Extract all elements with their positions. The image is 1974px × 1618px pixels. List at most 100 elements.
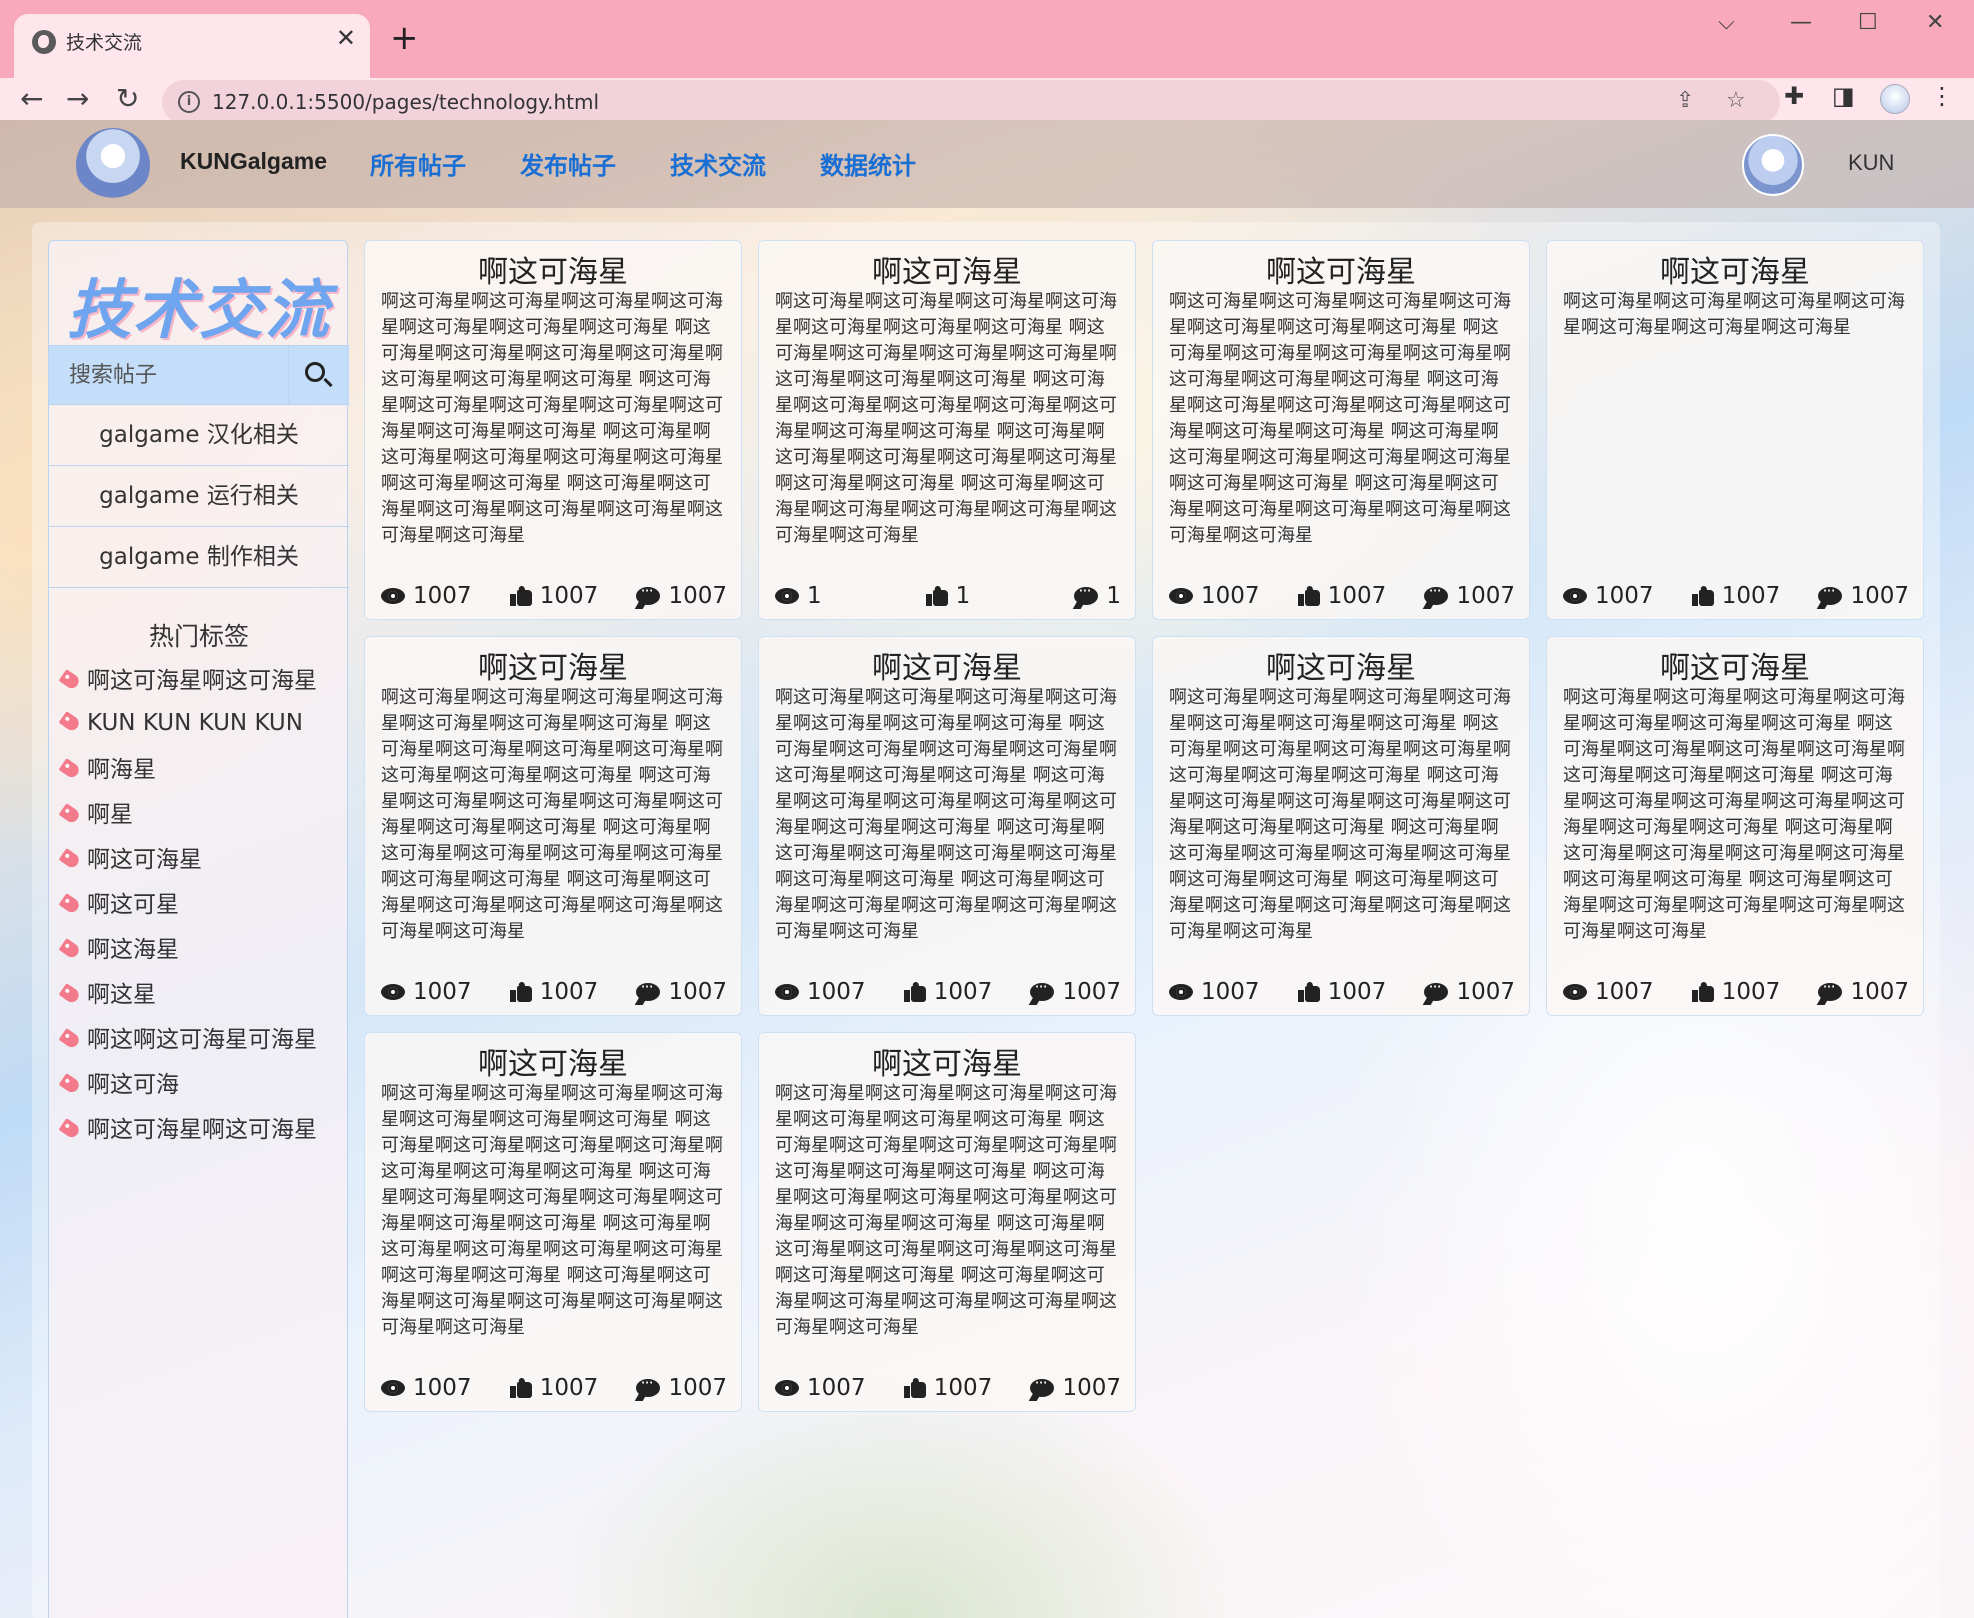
comment-icon xyxy=(636,977,661,1001)
post-excerpt: 啊这可海星啊这可海星啊这可海星啊这可海星啊这可海星啊这可海星啊这可海星 啊这可海… xyxy=(775,291,1117,546)
category-item[interactable]: galgame 制作相关 xyxy=(49,527,349,588)
eye-icon xyxy=(775,984,799,1000)
comment-count[interactable]: 1007 xyxy=(1818,977,1909,1005)
tag-item[interactable]: 啊这海星 xyxy=(58,934,179,966)
post-title[interactable]: 啊这可海星 xyxy=(365,1039,741,1083)
comment-count[interactable]: 1007 xyxy=(636,977,727,1005)
tag-item[interactable]: 啊这可海星啊这可海星 xyxy=(58,665,317,697)
comment-icon xyxy=(1030,1373,1055,1397)
comment-icon xyxy=(636,1373,661,1397)
post-title[interactable]: 啊这可海星 xyxy=(365,643,741,687)
reload-icon[interactable]: ↻ xyxy=(116,78,139,120)
menu-icon[interactable]: ⋮ xyxy=(1930,82,1954,110)
user-avatar[interactable] xyxy=(1742,134,1804,196)
tag-item[interactable]: 啊这可海星啊这可海星 xyxy=(58,1114,317,1146)
tag-item[interactable]: 啊这可海 xyxy=(58,1069,179,1101)
category-item[interactable]: galgame 运行相关 xyxy=(49,466,349,527)
comment-count[interactable]: 1007 xyxy=(1424,977,1515,1005)
post-card[interactable]: 啊这可海星 啊这可海星啊这可海星啊这可海星啊这可海星啊这可海星啊这可海星啊这可海… xyxy=(1152,240,1530,620)
like-count[interactable]: 1007 xyxy=(1297,583,1386,609)
tag-item[interactable]: 啊这可星 xyxy=(58,889,179,921)
nav-all-posts[interactable]: 所有帖子 xyxy=(370,146,466,181)
info-icon[interactable]: i xyxy=(178,91,200,113)
like-count[interactable]: 1007 xyxy=(509,1375,598,1401)
view-count: 1007 xyxy=(381,1375,472,1401)
post-stats: 1007 1007 1007 xyxy=(1563,581,1909,611)
nav-statistics[interactable]: 数据统计 xyxy=(820,146,916,181)
extensions-icon[interactable]: ✚ xyxy=(1784,82,1804,110)
search-input[interactable] xyxy=(49,346,289,404)
post-title[interactable]: 啊这可海星 xyxy=(365,247,741,291)
post-card[interactable]: 啊这可海星 啊这可海星啊这可海星啊这可海星啊这可海星啊这可海星啊这可海星啊这可海… xyxy=(758,1032,1136,1412)
forward-icon[interactable]: → xyxy=(66,78,89,120)
like-count[interactable]: 1007 xyxy=(1691,583,1780,609)
post-card[interactable]: 啊这可海星 啊这可海星啊这可海星啊这可海星啊这可海星啊这可海星啊这可海星啊这可海… xyxy=(758,636,1136,1016)
comment-count[interactable]: 1007 xyxy=(1818,581,1909,609)
post-title[interactable]: 啊这可海星 xyxy=(1547,643,1923,687)
tag-item[interactable]: 啊这星 xyxy=(58,979,156,1011)
like-count[interactable]: 1007 xyxy=(903,979,992,1005)
category-item[interactable]: galgame 汉化相关 xyxy=(49,405,349,466)
comment-count[interactable]: 1007 xyxy=(1424,581,1515,609)
profile-avatar-icon[interactable] xyxy=(1880,84,1910,114)
site-logo[interactable] xyxy=(76,128,150,202)
close-window-icon[interactable]: ✕ xyxy=(1926,10,1944,35)
post-stats: 1007 1007 1007 xyxy=(775,1373,1121,1403)
post-card[interactable]: 啊这可海星 啊这可海星啊这可海星啊这可海星啊这可海星啊这可海星啊这可海星啊这可海… xyxy=(1152,636,1530,1016)
post-title[interactable]: 啊这可海星 xyxy=(759,643,1135,687)
like-count[interactable]: 1 xyxy=(925,583,970,609)
comment-count[interactable]: 1007 xyxy=(1030,977,1121,1005)
tag-label: KUN KUN KUN KUN xyxy=(87,710,303,736)
browser-tab[interactable]: 技术交流 ✕ xyxy=(14,14,370,78)
url-text[interactable]: 127.0.0.1:5500/pages/technology.html xyxy=(212,90,599,114)
star-icon[interactable]: ☆ xyxy=(1726,88,1746,113)
post-title[interactable]: 啊这可海星 xyxy=(759,1039,1135,1083)
post-excerpt: 啊这可海星啊这可海星啊这可海星啊这可海星啊这可海星啊这可海星啊这可海星 啊这可海… xyxy=(381,687,723,942)
like-count[interactable]: 1007 xyxy=(903,1375,992,1401)
post-title[interactable]: 啊这可海星 xyxy=(1153,643,1529,687)
post-excerpt: 啊这可海星啊这可海星啊这可海星啊这可海星啊这可海星啊这可海星啊这可海星 啊这可海… xyxy=(381,291,723,546)
new-tab-button[interactable]: + xyxy=(390,18,419,58)
nav-technology[interactable]: 技术交流 xyxy=(670,146,766,181)
post-title[interactable]: 啊这可海星 xyxy=(1547,247,1923,291)
post-card[interactable]: 啊这可海星 啊这可海星啊这可海星啊这可海星啊这可海星啊这可海星啊这可海星啊这可海… xyxy=(1546,240,1924,620)
tag-item[interactable]: KUN KUN KUN KUN xyxy=(58,707,303,739)
site-name[interactable]: KUNGalgame xyxy=(180,148,327,175)
post-card[interactable]: 啊这可海星 啊这可海星啊这可海星啊这可海星啊这可海星啊这可海星啊这可海星啊这可海… xyxy=(364,240,742,620)
address-bar[interactable]: i 127.0.0.1:5500/pages/technology.html ⇪… xyxy=(162,80,1780,124)
post-title[interactable]: 啊这可海星 xyxy=(759,247,1135,291)
minimize-icon[interactable]: — xyxy=(1790,10,1812,35)
thumbs-up-icon xyxy=(1297,585,1320,606)
post-stats: 1007 1007 1007 xyxy=(381,581,727,611)
browser-tab-strip: 技术交流 ✕ + ⌵ — ☐ ✕ xyxy=(0,0,1974,78)
tag-label: 啊这啊这可海星可海星 xyxy=(87,1027,317,1053)
chevron-down-icon[interactable]: ⌵ xyxy=(1718,10,1735,35)
post-card[interactable]: 啊这可海星 啊这可海星啊这可海星啊这可海星啊这可海星啊这可海星啊这可海星啊这可海… xyxy=(364,636,742,1016)
post-card[interactable]: 啊这可海星 啊这可海星啊这可海星啊这可海星啊这可海星啊这可海星啊这可海星啊这可海… xyxy=(1546,636,1924,1016)
sidepanel-icon[interactable]: ◨ xyxy=(1832,82,1855,110)
post-card[interactable]: 啊这可海星 啊这可海星啊这可海星啊这可海星啊这可海星啊这可海星啊这可海星啊这可海… xyxy=(364,1032,742,1412)
comment-count[interactable]: 1 xyxy=(1074,581,1121,609)
back-icon[interactable]: ← xyxy=(20,78,43,120)
tag-item[interactable]: 啊这可海星 xyxy=(58,844,202,876)
maximize-icon[interactable]: ☐ xyxy=(1858,10,1878,35)
nav-publish-post[interactable]: 发布帖子 xyxy=(520,146,616,181)
thumbs-up-icon xyxy=(1691,585,1714,606)
like-count[interactable]: 1007 xyxy=(1691,979,1780,1005)
comment-count[interactable]: 1007 xyxy=(636,581,727,609)
tag-item[interactable]: 啊海星 xyxy=(58,754,156,786)
tag-item[interactable]: 啊星 xyxy=(58,799,133,831)
tag-item[interactable]: 啊这啊这可海星可海星 xyxy=(58,1024,317,1056)
like-count[interactable]: 1007 xyxy=(509,583,598,609)
post-title[interactable]: 啊这可海星 xyxy=(1153,247,1529,291)
post-card[interactable]: 啊这可海星 啊这可海星啊这可海星啊这可海星啊这可海星啊这可海星啊这可海星啊这可海… xyxy=(758,240,1136,620)
like-count[interactable]: 1007 xyxy=(1297,979,1386,1005)
like-count[interactable]: 1007 xyxy=(509,979,598,1005)
comment-count[interactable]: 1007 xyxy=(1030,1373,1121,1401)
share-icon[interactable]: ⇪ xyxy=(1676,88,1694,113)
comment-count[interactable]: 1007 xyxy=(636,1373,727,1401)
search-button[interactable] xyxy=(289,346,349,404)
close-icon[interactable]: ✕ xyxy=(336,24,356,52)
username[interactable]: KUN xyxy=(1848,150,1894,176)
post-stats: 1007 1007 1007 xyxy=(381,1373,727,1403)
